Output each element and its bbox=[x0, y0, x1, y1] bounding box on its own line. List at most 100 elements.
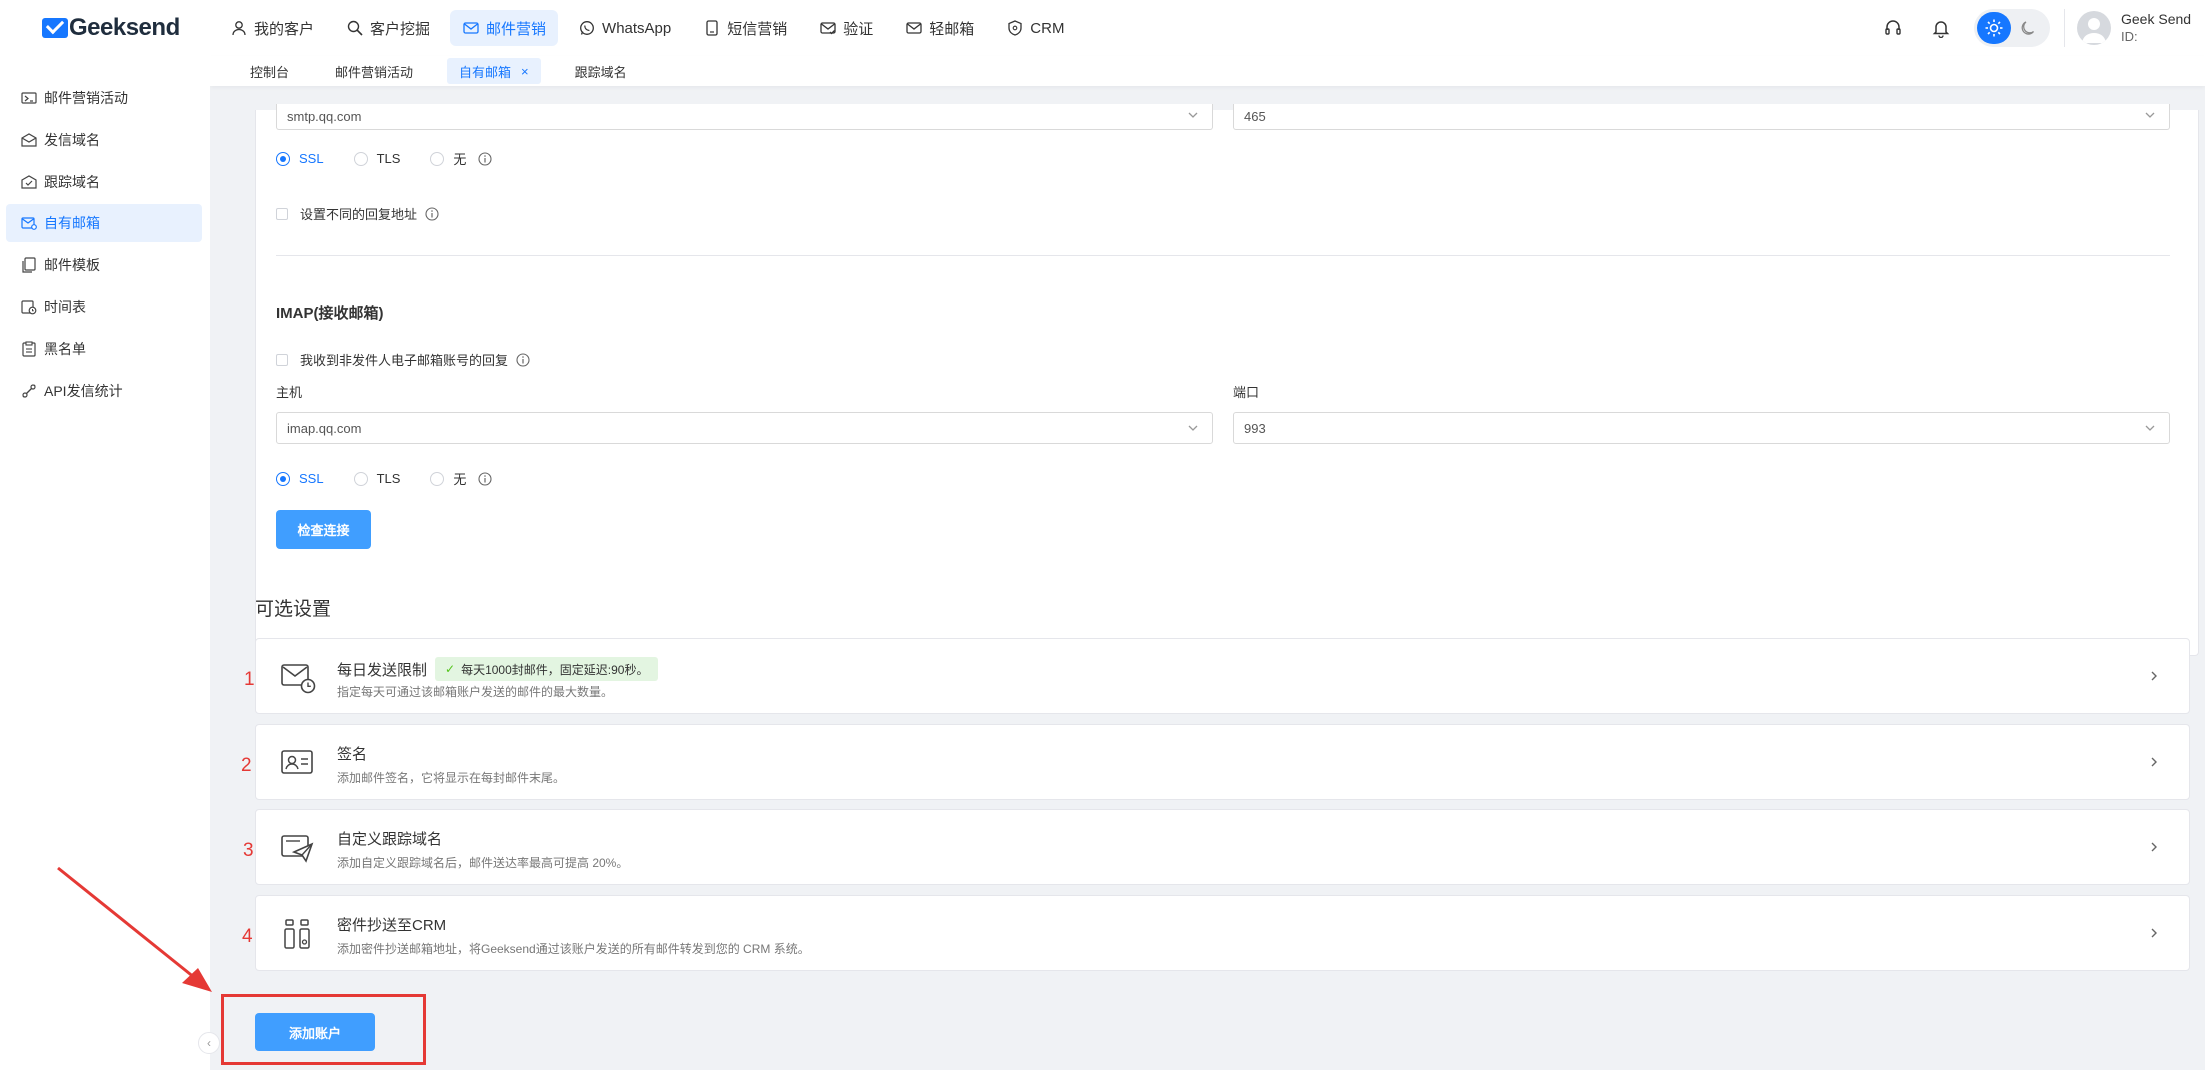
account-settings-panel: smtp.qq.com 465 SSL TLS 无 设置不同的回复地址 IMAP… bbox=[255, 104, 2199, 656]
shield-icon bbox=[1006, 19, 1024, 37]
smtp-reply-address-checkbox[interactable]: 设置不同的回复地址 bbox=[276, 204, 439, 223]
verify-icon bbox=[819, 19, 837, 37]
imap-tls-radio[interactable]: TLS bbox=[353, 471, 400, 486]
check-connection-button[interactable]: 检查连接 bbox=[276, 510, 371, 549]
tab-own-mailbox[interactable]: 自有邮箱 × bbox=[447, 58, 541, 84]
sidebar-item-own-mailbox[interactable]: 自有邮箱 bbox=[6, 204, 202, 242]
info-icon[interactable] bbox=[516, 352, 530, 367]
card-description: 添加邮件签名，它将显示在每封邮件末尾。 bbox=[337, 771, 566, 785]
sidebar-item-api-stats[interactable]: API发信统计 bbox=[6, 372, 202, 410]
avatar[interactable] bbox=[2077, 11, 2111, 45]
smtp-host-select[interactable]: smtp.qq.com bbox=[276, 104, 1213, 130]
checkbox[interactable] bbox=[276, 207, 288, 220]
imap-ssl-radio[interactable]: SSL bbox=[276, 471, 324, 486]
nav-label: 验证 bbox=[843, 20, 874, 38]
tab-label: 自有邮箱 bbox=[459, 64, 512, 80]
tab-tracking-domain[interactable]: 跟踪域名 bbox=[563, 58, 639, 84]
smtp-port-select[interactable]: 465 bbox=[1233, 104, 2170, 130]
checkbox-label: 我收到非发件人电子邮箱账号的回复 bbox=[300, 353, 509, 368]
tab-label: 跟踪域名 bbox=[574, 64, 627, 80]
sidebar-item-label: 发信域名 bbox=[44, 132, 100, 148]
info-icon[interactable] bbox=[478, 471, 492, 486]
imap-port-label: 端口 bbox=[1233, 385, 1260, 400]
sidebar-item-email-campaigns[interactable]: 邮件营销活动 bbox=[6, 79, 202, 117]
nav-label: 邮件营销 bbox=[486, 20, 547, 38]
theme-toggle[interactable] bbox=[1974, 9, 2050, 47]
sun-icon[interactable] bbox=[1977, 12, 2011, 44]
smtp-ssl-radio[interactable]: SSL bbox=[276, 151, 324, 166]
sidebar-item-templates[interactable]: 邮件模板 bbox=[6, 246, 202, 284]
card-title: 每日发送限制 ✓ 每天1000封邮件，固定延迟:90秒。 bbox=[337, 657, 659, 681]
user-id: ID: bbox=[2121, 29, 2138, 44]
search-icon bbox=[346, 19, 364, 37]
user-icon bbox=[230, 19, 248, 37]
nav-verify[interactable]: 验证 bbox=[807, 10, 885, 46]
card-title: 签名 bbox=[337, 746, 368, 763]
chevron-down-icon bbox=[2145, 425, 2155, 431]
nav-whatsapp[interactable]: WhatsApp bbox=[566, 10, 683, 46]
sidebar-item-send-domain[interactable]: 发信域名 bbox=[6, 121, 202, 159]
custom-tracking-icon bbox=[281, 835, 314, 863]
imap-reply-checkbox[interactable]: 我收到非发件人电子邮箱账号的回复 bbox=[276, 350, 530, 369]
headset-icon[interactable] bbox=[1878, 13, 1908, 43]
info-icon[interactable] bbox=[478, 151, 492, 166]
sub-tabs: 控制台 邮件营销活动 自有邮箱 × 跟踪域名 bbox=[210, 56, 2205, 86]
bell-icon[interactable] bbox=[1926, 13, 1956, 43]
tab-label: 控制台 bbox=[250, 64, 290, 80]
nav-prospecting[interactable]: 客户挖掘 bbox=[334, 10, 442, 46]
card-title: 密件抄送至CRM bbox=[337, 917, 447, 934]
sidebar-item-schedule[interactable]: 时间表 bbox=[6, 288, 202, 326]
nav-label: 短信营销 bbox=[727, 20, 788, 38]
imap-port-select[interactable]: 993 bbox=[1233, 412, 2170, 444]
daily-limit-card[interactable]: 每日发送限制 ✓ 每天1000封邮件，固定延迟:90秒。 指定每天可通过该邮箱账户发… bbox=[255, 638, 2190, 714]
sidebar-item-blacklist[interactable]: 黑名单 bbox=[6, 330, 202, 368]
sidebar-item-label: 黑名单 bbox=[44, 341, 86, 357]
smtp-host-value: smtp.qq.com bbox=[287, 109, 362, 124]
annotation-number: 4 bbox=[242, 926, 253, 947]
annotation-arrow-icon bbox=[57, 866, 212, 992]
nav-light-mail[interactable]: 轻邮箱 bbox=[893, 10, 986, 46]
own-mailbox-icon bbox=[20, 214, 38, 232]
nav-label: 我的客户 bbox=[254, 20, 315, 38]
close-icon[interactable]: × bbox=[521, 64, 529, 79]
main-nav: 我的客户 客户挖掘 邮件营销 WhatsApp 短信营销 验证 轻邮箱 CRM bbox=[218, 10, 1084, 46]
annotation-number: 2 bbox=[241, 755, 252, 776]
nav-my-customers[interactable]: 我的客户 bbox=[218, 10, 326, 46]
sidebar-item-label: 邮件营销活动 bbox=[44, 90, 128, 106]
user-name: Geek Send bbox=[2121, 11, 2192, 27]
nav-crm[interactable]: CRM bbox=[994, 10, 1076, 46]
tab-email-campaigns[interactable]: 邮件营销活动 bbox=[323, 58, 425, 84]
chevron-down-icon bbox=[1188, 112, 1198, 118]
bcc-crm-card[interactable]: 密件抄送至CRM 添加密件抄送邮箱地址，将Geeksend通过该账户发送的所有邮… bbox=[255, 895, 2190, 971]
smtp-none-radio[interactable]: 无 bbox=[430, 149, 466, 168]
smtp-tls-radio[interactable]: TLS bbox=[353, 151, 400, 166]
schedule-icon bbox=[20, 298, 38, 316]
nav-sms[interactable]: 短信营销 bbox=[691, 10, 799, 46]
send-domain-icon bbox=[20, 131, 38, 149]
nav-label: CRM bbox=[1030, 19, 1065, 37]
user-info[interactable]: Geek Send ID: bbox=[2121, 10, 2203, 46]
template-icon bbox=[20, 256, 38, 274]
track-domain-icon bbox=[20, 173, 38, 191]
imap-host-select[interactable]: imap.qq.com bbox=[276, 412, 1213, 444]
smtp-security-options: SSL TLS 无 bbox=[276, 149, 492, 168]
sidebar-item-track-domain[interactable]: 跟踪域名 bbox=[6, 163, 202, 201]
annotation-number: 1 bbox=[244, 669, 255, 690]
moon-icon[interactable] bbox=[2011, 12, 2045, 44]
chevron-right-icon bbox=[2151, 928, 2157, 938]
tab-console[interactable]: 控制台 bbox=[238, 58, 301, 84]
tab-label: 邮件营销活动 bbox=[335, 64, 414, 80]
signature-card[interactable]: 签名 添加邮件签名，它将显示在每封邮件末尾。 bbox=[255, 724, 2190, 800]
nav-label: WhatsApp bbox=[602, 19, 672, 37]
logo[interactable]: Geeksend bbox=[42, 14, 180, 42]
custom-tracking-card[interactable]: 自定义跟踪域名 添加自定义跟踪域名后，邮件送达率最高可提高 20%。 bbox=[255, 809, 2190, 885]
mail-icon bbox=[462, 19, 480, 37]
card-title: 自定义跟踪域名 bbox=[337, 831, 443, 848]
checkbox[interactable] bbox=[276, 353, 288, 366]
nav-email-marketing[interactable]: 邮件营销 bbox=[450, 10, 559, 46]
info-icon[interactable] bbox=[425, 206, 439, 221]
header-tools: Geek Send ID: bbox=[1878, 0, 2205, 56]
api-stats-icon bbox=[20, 382, 38, 400]
imap-none-radio[interactable]: 无 bbox=[430, 469, 466, 488]
chevron-right-icon bbox=[2151, 757, 2157, 767]
